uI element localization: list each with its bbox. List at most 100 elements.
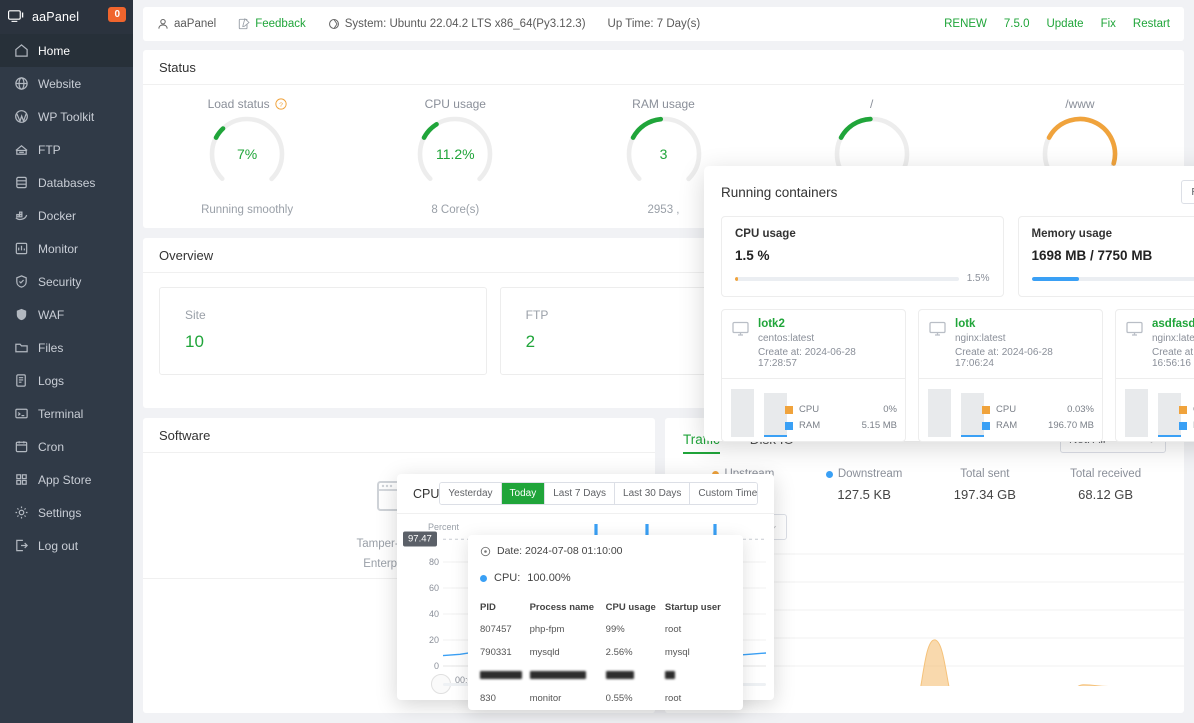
- gauge-title: /: [768, 97, 976, 111]
- tooltip-cell-pid: 790331: [480, 647, 512, 658]
- topbar-system: System: Ubuntu 22.04.2 LTS x86_64(Py3.12…: [328, 18, 586, 30]
- sidebar-item-security[interactable]: Security: [0, 265, 133, 298]
- traffic-stat-total-sent: Total sent 197.34 GB: [925, 468, 1046, 502]
- logout-icon: [16, 539, 28, 552]
- sidebar-item-label: Cron: [38, 439, 65, 454]
- tooltip-table-row: [480, 664, 731, 687]
- sidebar-item-terminal[interactable]: Terminal: [0, 397, 133, 430]
- topbar-feedback-label: Feedback: [255, 18, 306, 30]
- cpu-range-last-7-days[interactable]: Last 7 Days: [545, 483, 616, 504]
- sidebar-item-waf[interactable]: WAF: [0, 298, 133, 331]
- globe-icon: [15, 77, 28, 90]
- topbar: aaPanel Feedback System: Ubuntu 22.04.2 …: [143, 7, 1184, 41]
- container-card-list: lotk2 centos:latest Create at: 2024-06-2…: [704, 297, 1194, 442]
- container-cpu-value: 0%: [883, 404, 897, 415]
- redacted-cell: [529, 664, 606, 687]
- sidebar-item-label: WAF: [38, 307, 65, 322]
- sidebar-item-ftp[interactable]: FTP: [0, 133, 133, 166]
- container-card[interactable]: lotk2 centos:latest Create at: 2024-06-2…: [721, 309, 906, 442]
- sidebar-item-wp-toolkit[interactable]: WP Toolkit: [0, 100, 133, 133]
- containers-cpu-bar: [735, 276, 959, 281]
- tooltip-cell-user: mysql: [664, 647, 690, 658]
- help-icon[interactable]: ?: [275, 98, 287, 110]
- sidebar-item-label: App Store: [38, 472, 92, 487]
- svg-text:?: ?: [279, 102, 283, 109]
- topbar-action-restart[interactable]: Restart: [1133, 18, 1170, 30]
- container-legend-cpu: CPU 0.03%: [1179, 404, 1194, 415]
- gauge-0: Load status ? 7% Running smoothly: [143, 97, 351, 216]
- tooltip-cell-cpu: 0.55%: [605, 693, 633, 704]
- container-card[interactable]: asdfasdf nginx:latest Create at: 2024-06…: [1115, 309, 1194, 442]
- tooltip-col-header: PID: [480, 602, 496, 613]
- sidebar-item-app-store[interactable]: App Store: [0, 463, 133, 496]
- containers-cpu-percent: 1.5%: [966, 273, 990, 284]
- container-card-chart: CPU 0.03% RAM 196.70 MB: [919, 379, 1102, 441]
- sidebar-item-label: Log out: [38, 538, 79, 553]
- cpu-chart-tooltip: Date: 2024-07-08 01:10:00 CPU: 100.00% P…: [468, 535, 743, 710]
- gauge-title-label: /: [870, 97, 874, 111]
- software-title: Software: [143, 418, 655, 453]
- topbar-action-renew[interactable]: RENEW: [944, 18, 987, 30]
- topbar-system-label: System: Ubuntu 22.04.2 LTS x86_64(Py3.12…: [344, 18, 586, 30]
- tooltip-col-header: CPU usage: [605, 602, 656, 613]
- traffic-stat-label: Total received: [1070, 468, 1142, 480]
- sidebar-item-docker[interactable]: Docker: [0, 199, 133, 232]
- container-card[interactable]: lotk nginx:latest Create at: 2024-06-28 …: [918, 309, 1103, 442]
- gauge-title-label: CPU usage: [424, 97, 486, 111]
- gear-icon: [15, 506, 28, 519]
- traffic-stat-total-received: Total received 68.12 GB: [1045, 468, 1166, 502]
- cpu-range-last-30-days[interactable]: Last 30 Days: [615, 483, 691, 504]
- topbar-uptime: Up Time: 7 Day(s): [608, 18, 701, 30]
- folder-icon: [15, 343, 28, 353]
- sidebar-item-cron[interactable]: Cron: [0, 430, 133, 463]
- containers-usage-row: CPU usage 1.5 % 1.5% Memory usage 1698 M…: [704, 204, 1194, 297]
- sidebar-item-monitor[interactable]: Monitor: [0, 232, 133, 265]
- topbar-action-update[interactable]: Update: [1046, 18, 1083, 30]
- notification-badge[interactable]: 0: [108, 7, 126, 22]
- sidebar-item-label: Docker: [38, 208, 77, 223]
- container-bars: [928, 386, 984, 437]
- gauge-title: RAM usage: [559, 97, 767, 111]
- cpu-range-yesterday[interactable]: Yesterday: [440, 483, 502, 504]
- sidebar-item-databases[interactable]: Databases: [0, 166, 133, 199]
- container-legend: CPU 0.03% RAM 137.10 MB: [1179, 399, 1194, 431]
- cpu-peak-label: 97.47: [403, 531, 437, 547]
- sidebar-item-logs[interactable]: Logs: [0, 364, 133, 397]
- cpu-range-today[interactable]: Today: [501, 483, 546, 504]
- gauge-ring: 3: [625, 115, 703, 193]
- container-image: centos:latest: [758, 333, 815, 344]
- sidebar-item-label: Website: [38, 76, 82, 91]
- topbar-feedback[interactable]: Feedback: [238, 18, 306, 30]
- topbar-action-7.5.0[interactable]: 7.5.0: [1004, 18, 1030, 30]
- brand-name: aaPanel: [32, 10, 80, 24]
- sidebar-item-log-out[interactable]: Log out: [0, 529, 133, 562]
- user-icon: [158, 18, 168, 29]
- redacted-cell: [664, 664, 731, 687]
- gauge-ring: 11.2%: [416, 115, 494, 193]
- traffic-stat-downstream: Downstream 127.5 KB: [804, 468, 925, 502]
- cpu-ytick: 0: [433, 661, 439, 671]
- ram-swatch-icon: [1179, 421, 1187, 430]
- container-created: Create at: 2024-06-28 17:06:24: [955, 347, 1053, 369]
- sidebar-nav: Home Website WP Toolkit FTP Databases Docker M…: [0, 34, 133, 562]
- cpu-ytick: 80: [428, 557, 439, 567]
- container-ram-bar: [961, 393, 984, 437]
- sidebar-item-home[interactable]: Home: [0, 34, 133, 67]
- sidebar-item-label: Databases: [38, 175, 96, 190]
- topbar-action-fix[interactable]: Fix: [1101, 18, 1116, 30]
- tooltip-cell-pid: 830: [480, 693, 496, 704]
- topbar-user[interactable]: aaPanel: [157, 18, 216, 30]
- sidebar-item-settings[interactable]: Settings: [0, 496, 133, 529]
- cpu-swatch-icon: [785, 405, 793, 414]
- cpu-range-custom-time[interactable]: Custom Time: [690, 483, 758, 504]
- tooltip-col-header: Process name: [529, 602, 595, 613]
- cpu-popup-header: CPU Yesterday Today Last 7 Days Last 30 Day…: [397, 474, 774, 514]
- tooltip-table-row: 830 monitor 0.55% root: [480, 687, 731, 710]
- cpu-popup-title: CPU: [413, 486, 440, 501]
- overview-box-site[interactable]: Site 10: [159, 287, 487, 375]
- sidebar-item-files[interactable]: Files: [0, 331, 133, 364]
- refresh-container-list-button[interactable]: Refresh container list: [1181, 180, 1194, 204]
- gauge-sub: 8 Core(s): [431, 204, 480, 216]
- overview-box-label: Site: [185, 308, 206, 322]
- sidebar-item-website[interactable]: Website: [0, 67, 133, 100]
